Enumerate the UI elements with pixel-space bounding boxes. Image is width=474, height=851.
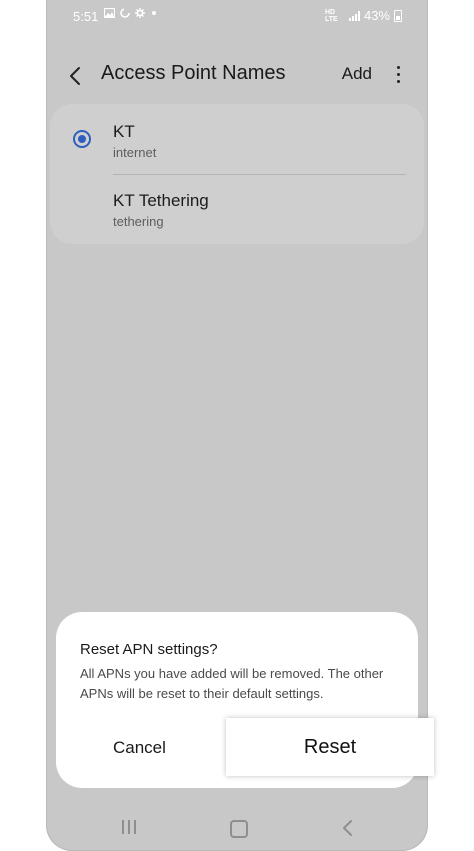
apn-item-kt-tethering[interactable]: KT Tethering tethering [50, 174, 424, 242]
notification-icons [104, 8, 158, 18]
app-bar: Access Point Names Add [46, 52, 428, 96]
radio-selected-icon[interactable] [73, 130, 91, 148]
battery-percent: 43% [363, 8, 390, 23]
sync-icon [120, 8, 130, 18]
add-button[interactable]: Add [342, 64, 372, 84]
status-right: HD LTE 43% [325, 8, 402, 23]
settings-icon [135, 8, 145, 18]
signal-icon [348, 10, 360, 21]
status-bar: 5:51 HD LTE 43% [46, 0, 428, 32]
page-title: Access Point Names [101, 62, 286, 84]
apn-type: internet [113, 145, 157, 160]
status-time: 5:51 [73, 9, 99, 24]
navigation-bar [46, 806, 428, 850]
apn-list: KT internet KT Tethering tethering [50, 104, 424, 244]
back-arrow-icon[interactable] [62, 62, 90, 90]
more-options-icon[interactable] [388, 62, 408, 88]
nav-back-icon[interactable] [340, 819, 356, 837]
apn-name: KT Tethering [113, 191, 209, 210]
home-icon[interactable] [230, 820, 248, 838]
apn-name: KT [113, 122, 135, 141]
dialog-title: Reset APN settings? [80, 641, 218, 658]
battery-icon [394, 9, 402, 22]
recent-apps-icon[interactable] [122, 820, 136, 834]
dialog-message: All APNs you have added will be removed.… [80, 666, 384, 701]
gallery-icon [104, 8, 115, 18]
cancel-button[interactable]: Cancel [113, 738, 166, 758]
reset-button[interactable]: Reset [226, 718, 434, 776]
dot-icon [152, 11, 156, 15]
apn-item-kt[interactable]: KT internet [50, 104, 424, 172]
apn-type: tethering [113, 214, 164, 229]
network-type: HD LTE [324, 8, 338, 23]
